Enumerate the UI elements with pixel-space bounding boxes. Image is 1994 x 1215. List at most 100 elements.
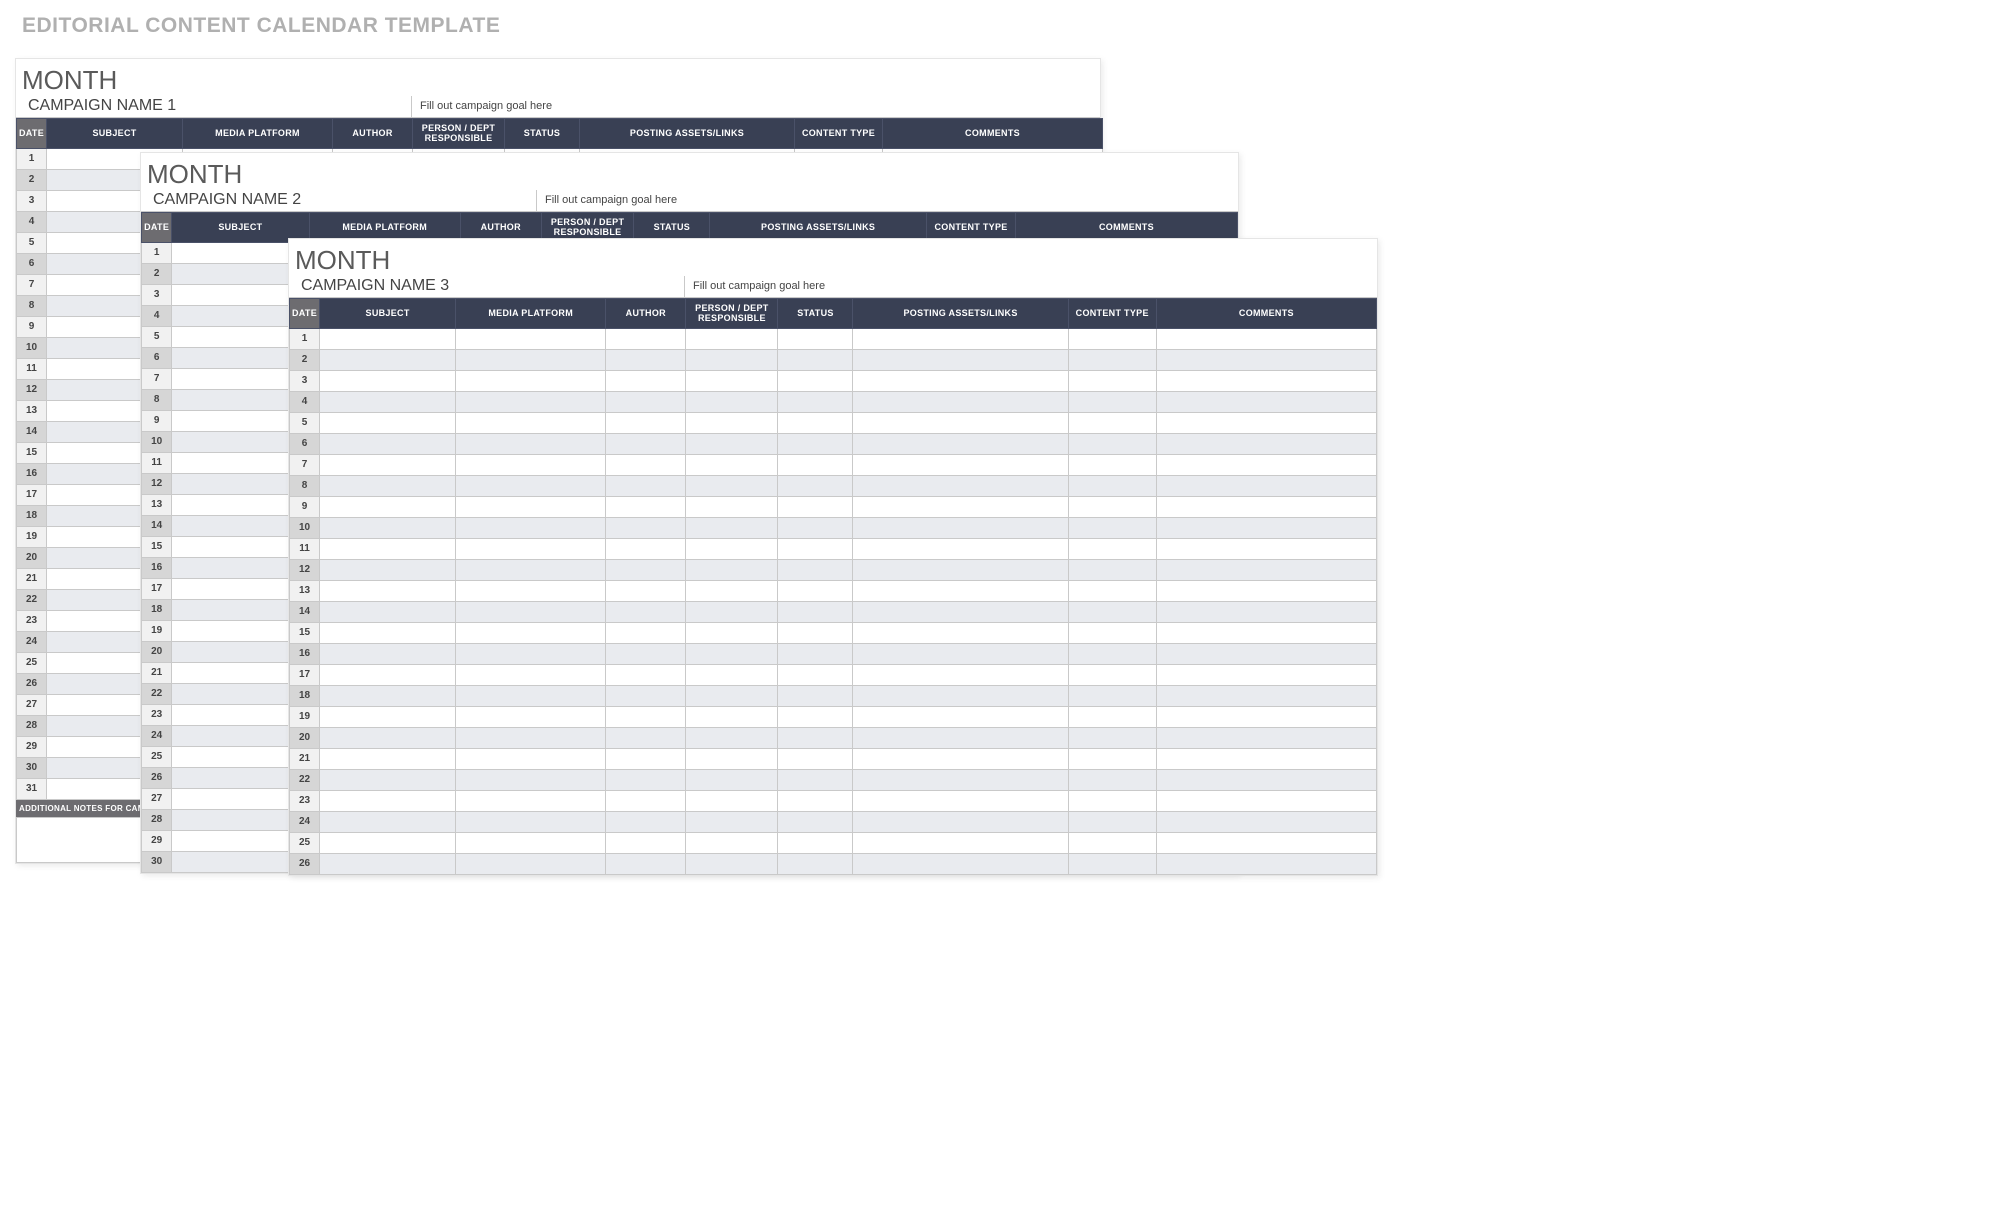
cell[interactable]	[778, 475, 853, 496]
cell[interactable]	[778, 433, 853, 454]
cell[interactable]	[778, 580, 853, 601]
cell[interactable]	[1156, 811, 1376, 832]
cell[interactable]	[853, 580, 1068, 601]
cell[interactable]	[1156, 433, 1376, 454]
cell[interactable]	[606, 601, 686, 622]
cell[interactable]	[853, 853, 1068, 874]
cell[interactable]	[606, 643, 686, 664]
campaign-goal[interactable]: Fill out campaign goal here	[411, 96, 1100, 118]
cell[interactable]	[1156, 706, 1376, 727]
cell[interactable]	[606, 496, 686, 517]
cell[interactable]	[320, 496, 456, 517]
cell[interactable]	[778, 664, 853, 685]
cell[interactable]	[686, 517, 778, 538]
cell[interactable]	[606, 832, 686, 853]
cell[interactable]	[1068, 622, 1156, 643]
cell[interactable]	[606, 790, 686, 811]
cell[interactable]	[1068, 559, 1156, 580]
cell[interactable]	[320, 517, 456, 538]
cell[interactable]	[320, 412, 456, 433]
cell[interactable]	[456, 559, 606, 580]
cell[interactable]	[778, 769, 853, 790]
cell[interactable]	[456, 685, 606, 706]
cell[interactable]	[853, 601, 1068, 622]
cell[interactable]	[853, 496, 1068, 517]
cell[interactable]	[606, 538, 686, 559]
cell[interactable]	[778, 727, 853, 748]
cell[interactable]	[456, 391, 606, 412]
cell[interactable]	[1156, 601, 1376, 622]
cell[interactable]	[1068, 727, 1156, 748]
cell[interactable]	[686, 664, 778, 685]
cell[interactable]	[778, 790, 853, 811]
cell[interactable]	[1156, 517, 1376, 538]
cell[interactable]	[1156, 349, 1376, 370]
cell[interactable]	[853, 643, 1068, 664]
cell[interactable]	[778, 643, 853, 664]
cell[interactable]	[686, 559, 778, 580]
cell[interactable]	[1068, 370, 1156, 391]
cell[interactable]	[1068, 706, 1156, 727]
cell[interactable]	[778, 685, 853, 706]
cell[interactable]	[853, 559, 1068, 580]
cell[interactable]	[456, 412, 606, 433]
cell[interactable]	[1068, 475, 1156, 496]
cell[interactable]	[778, 349, 853, 370]
cell[interactable]	[1156, 643, 1376, 664]
cell[interactable]	[853, 517, 1068, 538]
cell[interactable]	[1156, 580, 1376, 601]
cell[interactable]	[1156, 685, 1376, 706]
cell[interactable]	[320, 475, 456, 496]
cell[interactable]	[456, 475, 606, 496]
cell[interactable]	[1156, 370, 1376, 391]
campaign-goal[interactable]: Fill out campaign goal here	[684, 276, 1377, 298]
cell[interactable]	[606, 349, 686, 370]
cell[interactable]	[456, 601, 606, 622]
cell[interactable]	[456, 538, 606, 559]
cell[interactable]	[1068, 391, 1156, 412]
cell[interactable]	[1068, 433, 1156, 454]
cell[interactable]	[606, 475, 686, 496]
cell[interactable]	[686, 391, 778, 412]
cell[interactable]	[456, 433, 606, 454]
cell[interactable]	[1156, 538, 1376, 559]
cell[interactable]	[778, 370, 853, 391]
cell[interactable]	[606, 391, 686, 412]
cell[interactable]	[320, 643, 456, 664]
cell[interactable]	[778, 496, 853, 517]
cell[interactable]	[686, 706, 778, 727]
cell[interactable]	[320, 328, 456, 349]
cell[interactable]	[320, 769, 456, 790]
cell[interactable]	[320, 727, 456, 748]
cell[interactable]	[686, 475, 778, 496]
cell[interactable]	[1068, 538, 1156, 559]
cell[interactable]	[853, 454, 1068, 475]
cell[interactable]	[853, 622, 1068, 643]
cell[interactable]	[1156, 853, 1376, 874]
cell[interactable]	[606, 517, 686, 538]
cell[interactable]	[456, 727, 606, 748]
cell[interactable]	[686, 832, 778, 853]
cell[interactable]	[1156, 559, 1376, 580]
cell[interactable]	[853, 748, 1068, 769]
cell[interactable]	[320, 664, 456, 685]
cell[interactable]	[1156, 832, 1376, 853]
cell[interactable]	[853, 328, 1068, 349]
cell[interactable]	[853, 790, 1068, 811]
cell[interactable]	[853, 706, 1068, 727]
cell[interactable]	[686, 454, 778, 475]
cell[interactable]	[1156, 790, 1376, 811]
cell[interactable]	[853, 811, 1068, 832]
cell[interactable]	[778, 853, 853, 874]
cell[interactable]	[778, 412, 853, 433]
cell[interactable]	[456, 370, 606, 391]
cell[interactable]	[778, 454, 853, 475]
cell[interactable]	[456, 517, 606, 538]
cell[interactable]	[853, 832, 1068, 853]
cell[interactable]	[606, 433, 686, 454]
cell[interactable]	[1156, 622, 1376, 643]
cell[interactable]	[606, 328, 686, 349]
cell[interactable]	[686, 538, 778, 559]
cell[interactable]	[853, 370, 1068, 391]
cell[interactable]	[1068, 601, 1156, 622]
